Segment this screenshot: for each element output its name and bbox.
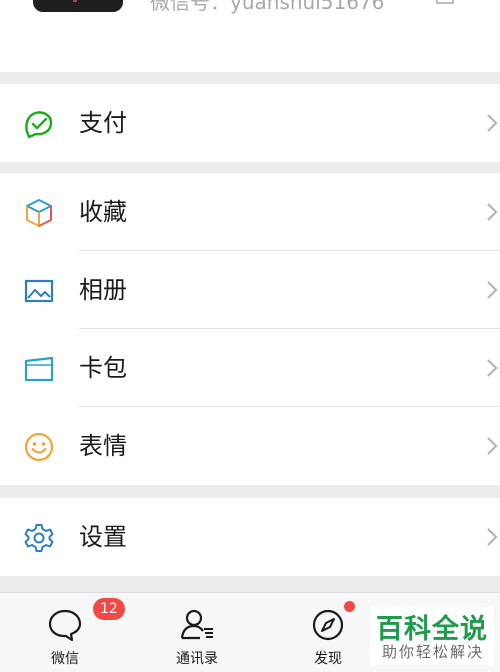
menu-item-favorites[interactable]: 收藏 (0, 173, 500, 251)
tab-label: 微信 (51, 651, 79, 667)
tab-label: 通讯录 (176, 651, 218, 667)
wechat-id: 微信号：yuanshui51676 (150, 0, 385, 14)
tab-contacts[interactable]: 通讯录 (147, 593, 247, 672)
tab-discover[interactable]: 发现 (278, 593, 378, 672)
menu-item-label: 支付 (79, 109, 127, 137)
chevron-right-icon (487, 437, 498, 455)
menu-item-stickers[interactable]: 表情 (0, 407, 500, 485)
chat-bubble-icon (48, 609, 82, 642)
contacts-icon (180, 609, 213, 640)
menu-item-label: 卡包 (79, 354, 127, 382)
menu-item-album[interactable]: 相册 (0, 251, 500, 329)
menu-item-settings[interactable]: 设置 (0, 498, 500, 576)
chevron-right-icon (487, 281, 498, 299)
favorites-cube-icon (26, 199, 52, 227)
chevron-right-icon (487, 114, 498, 132)
watermark-subtitle: 助你轻松解决 (382, 643, 485, 661)
qr-code-icon[interactable] (436, 0, 454, 4)
menu-item-cards[interactable]: 卡包 (0, 329, 500, 407)
chevron-right-icon (487, 359, 498, 377)
chevron-right-icon (487, 528, 498, 546)
smiley-icon (24, 432, 54, 462)
unread-badge: 12 (93, 598, 125, 620)
menu-item-pay[interactable]: 支付 (0, 84, 500, 162)
pay-section: 支付 (0, 84, 500, 162)
new-activity-dot (344, 601, 355, 612)
compass-icon (312, 609, 344, 641)
menu-item-label: 表情 (79, 432, 127, 460)
card-wallet-icon (24, 356, 54, 382)
menu-item-label: 收藏 (79, 198, 127, 226)
watermark: 百科全说 助你轻松解决 (370, 607, 494, 665)
album-icon (24, 279, 54, 303)
chevron-right-icon (487, 203, 498, 221)
settings-section: 设置 (0, 498, 500, 576)
tools-section: 收藏 相册 卡包 表情 (0, 173, 500, 485)
tab-label: 发现 (314, 651, 342, 667)
profile-header[interactable]: 微信号：yuanshui51676 (0, 0, 500, 72)
gear-icon (24, 524, 54, 552)
avatar[interactable] (33, 0, 123, 12)
menu-item-label: 设置 (79, 523, 127, 551)
pay-icon (25, 111, 53, 139)
tab-chats[interactable]: 12 微信 (15, 593, 125, 672)
menu-item-label: 相册 (79, 276, 127, 304)
